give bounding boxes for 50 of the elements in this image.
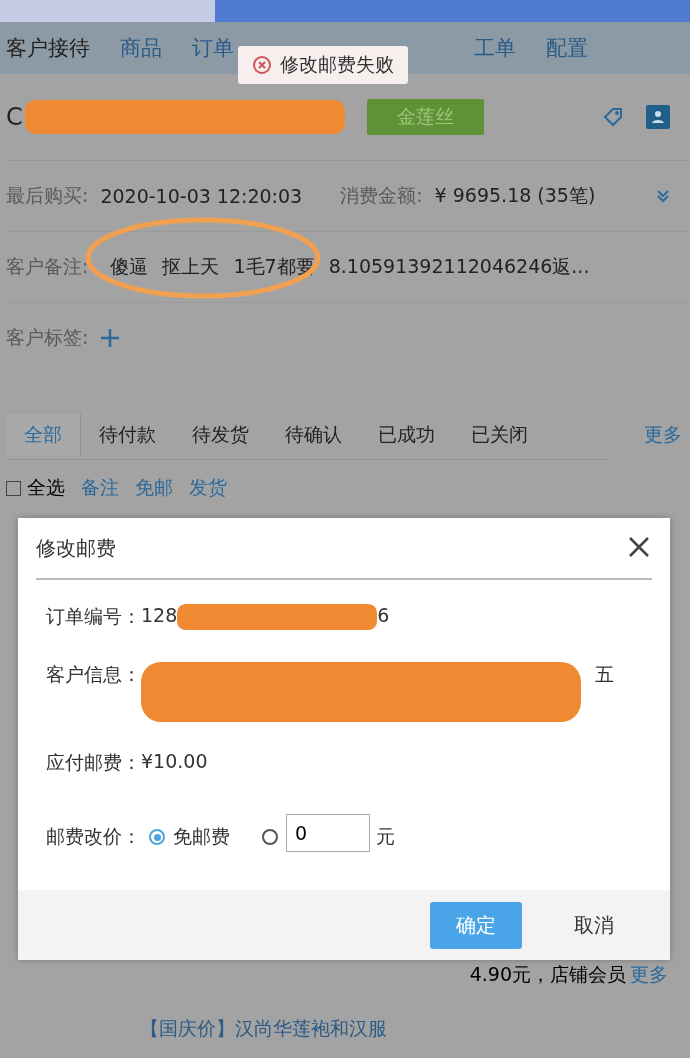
- member-badge: 金莲丝: [366, 99, 484, 135]
- field-label: 邮费改价：: [46, 824, 141, 849]
- field-label: 客户标签:: [6, 325, 89, 350]
- tag-icon[interactable]: [602, 106, 624, 128]
- order-tab[interactable]: 已成功: [360, 414, 453, 456]
- order-tab[interactable]: 全部: [6, 414, 81, 456]
- postage-input[interactable]: 0: [286, 814, 370, 852]
- order-tab[interactable]: 已关闭: [453, 414, 546, 456]
- field-label: 订单编号：: [46, 604, 141, 629]
- field-label: 消费金额:: [340, 183, 423, 208]
- more-link[interactable]: 更多: [644, 422, 682, 448]
- order-tab[interactable]: 待付款: [81, 414, 174, 456]
- action-link[interactable]: 免邮: [135, 475, 173, 501]
- contact-icon[interactable]: [646, 105, 670, 129]
- nav-item[interactable]: 工单: [474, 34, 516, 62]
- option-label: 免邮费: [173, 824, 230, 849]
- field-label: 客户信息：: [46, 662, 141, 687]
- last-purchase-time: 2020-10-03 12:20:03: [100, 185, 303, 207]
- radio-button[interactable]: [262, 829, 278, 845]
- action-link[interactable]: 备注: [81, 475, 119, 501]
- confirm-button[interactable]: 确定: [430, 901, 522, 949]
- add-icon[interactable]: [100, 328, 121, 348]
- order-number: 128: [141, 604, 178, 626]
- order-tab[interactable]: 待发货: [174, 414, 267, 456]
- product-link[interactable]: 【国庆价】汉尚华莲袍和汉服: [140, 1016, 387, 1042]
- error-icon: [252, 55, 272, 75]
- nav-item[interactable]: 客户接待: [6, 34, 90, 62]
- customer-name: C: [6, 103, 23, 131]
- toast-text: 修改邮费失败: [280, 52, 394, 77]
- more-link[interactable]: 更多: [630, 962, 668, 988]
- cancel-button[interactable]: 取消: [548, 901, 640, 949]
- unit-label: 元: [376, 824, 395, 849]
- nav-item[interactable]: 商品: [120, 34, 162, 62]
- order-number-end: 6: [377, 604, 390, 626]
- select-all-label: 全选: [27, 475, 65, 500]
- field-label: 客户备注:: [6, 254, 89, 279]
- action-link[interactable]: 发货: [189, 475, 227, 501]
- field-label: 应付邮费：: [46, 750, 141, 775]
- customer-info-end: 五: [595, 662, 614, 687]
- order-summary: 4.90元，店铺会员: [469, 962, 626, 987]
- nav-item[interactable]: 配置: [546, 34, 588, 62]
- radio-button[interactable]: [149, 829, 165, 845]
- dialog-title: 修改邮费: [36, 534, 116, 562]
- double-chevron-icon[interactable]: [656, 189, 670, 203]
- spend-amount: ¥ 9695.18 (35笔): [434, 183, 596, 208]
- field-label: 最后购买:: [6, 183, 89, 208]
- postage-amount: ¥10.00: [141, 750, 208, 772]
- select-all-checkbox[interactable]: [6, 480, 21, 496]
- order-tab[interactable]: 待确认: [267, 414, 360, 456]
- nav-item[interactable]: 订单: [192, 34, 234, 62]
